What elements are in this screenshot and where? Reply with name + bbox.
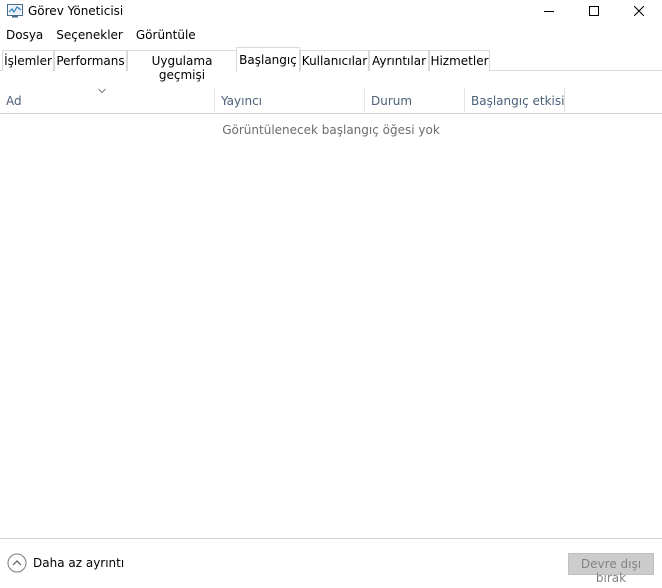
column-header-startup-impact[interactable]: Başlangıç etkisi [465,86,565,114]
tab-app-history[interactable]: Uygulama geçmişi [127,50,237,82]
fewer-details-link[interactable]: Daha az ayrıntı [33,556,124,570]
menu-view[interactable]: Görüntüle [130,26,203,46]
tab-strip: İşlemler Performans Uygulama geçmişi Baş… [0,47,662,82]
task-manager-window: Görev Yöneticisi Dosya Seçenekler Görünt… [0,0,662,588]
empty-list-message: Görüntülenecek başlangıç öğesi yok [222,123,440,137]
tab-users[interactable]: Kullanıcılar [300,50,369,71]
tab-processes[interactable]: İşlemler [2,50,54,71]
chevron-up-circle-icon[interactable] [7,553,27,573]
tab-performance[interactable]: Performans [54,50,127,71]
tab-startup[interactable]: Başlangıç [236,47,300,72]
close-button[interactable] [616,0,662,22]
column-header-status[interactable]: Durum [365,86,465,114]
column-header-publisher[interactable]: Yayıncı [215,86,365,114]
minimize-icon [544,11,554,12]
column-divider[interactable] [564,88,565,114]
minimize-button[interactable] [526,0,572,22]
menu-file[interactable]: Dosya [0,26,50,46]
menu-bar: Dosya Seçenekler Görüntüle [0,26,203,46]
tab-services[interactable]: Hizmetler [429,50,490,71]
column-header-name[interactable]: Ad [0,86,215,114]
maximize-button[interactable] [571,0,617,22]
disable-button[interactable]: Devre dışı bırak [568,553,654,585]
tab-details[interactable]: Ayrıntılar [369,50,429,71]
column-header-row: Ad Yayıncı Durum Başlangıç etkisi [0,86,662,114]
close-icon [634,6,644,16]
footer-bar: Daha az ayrıntı Devre dışı bırak [0,538,662,588]
window-title: Görev Yöneticisi [28,4,124,18]
title-bar[interactable]: Görev Yöneticisi [0,0,662,24]
task-manager-icon [7,4,23,18]
menu-options[interactable]: Seçenekler [50,26,130,46]
maximize-icon [589,6,599,16]
